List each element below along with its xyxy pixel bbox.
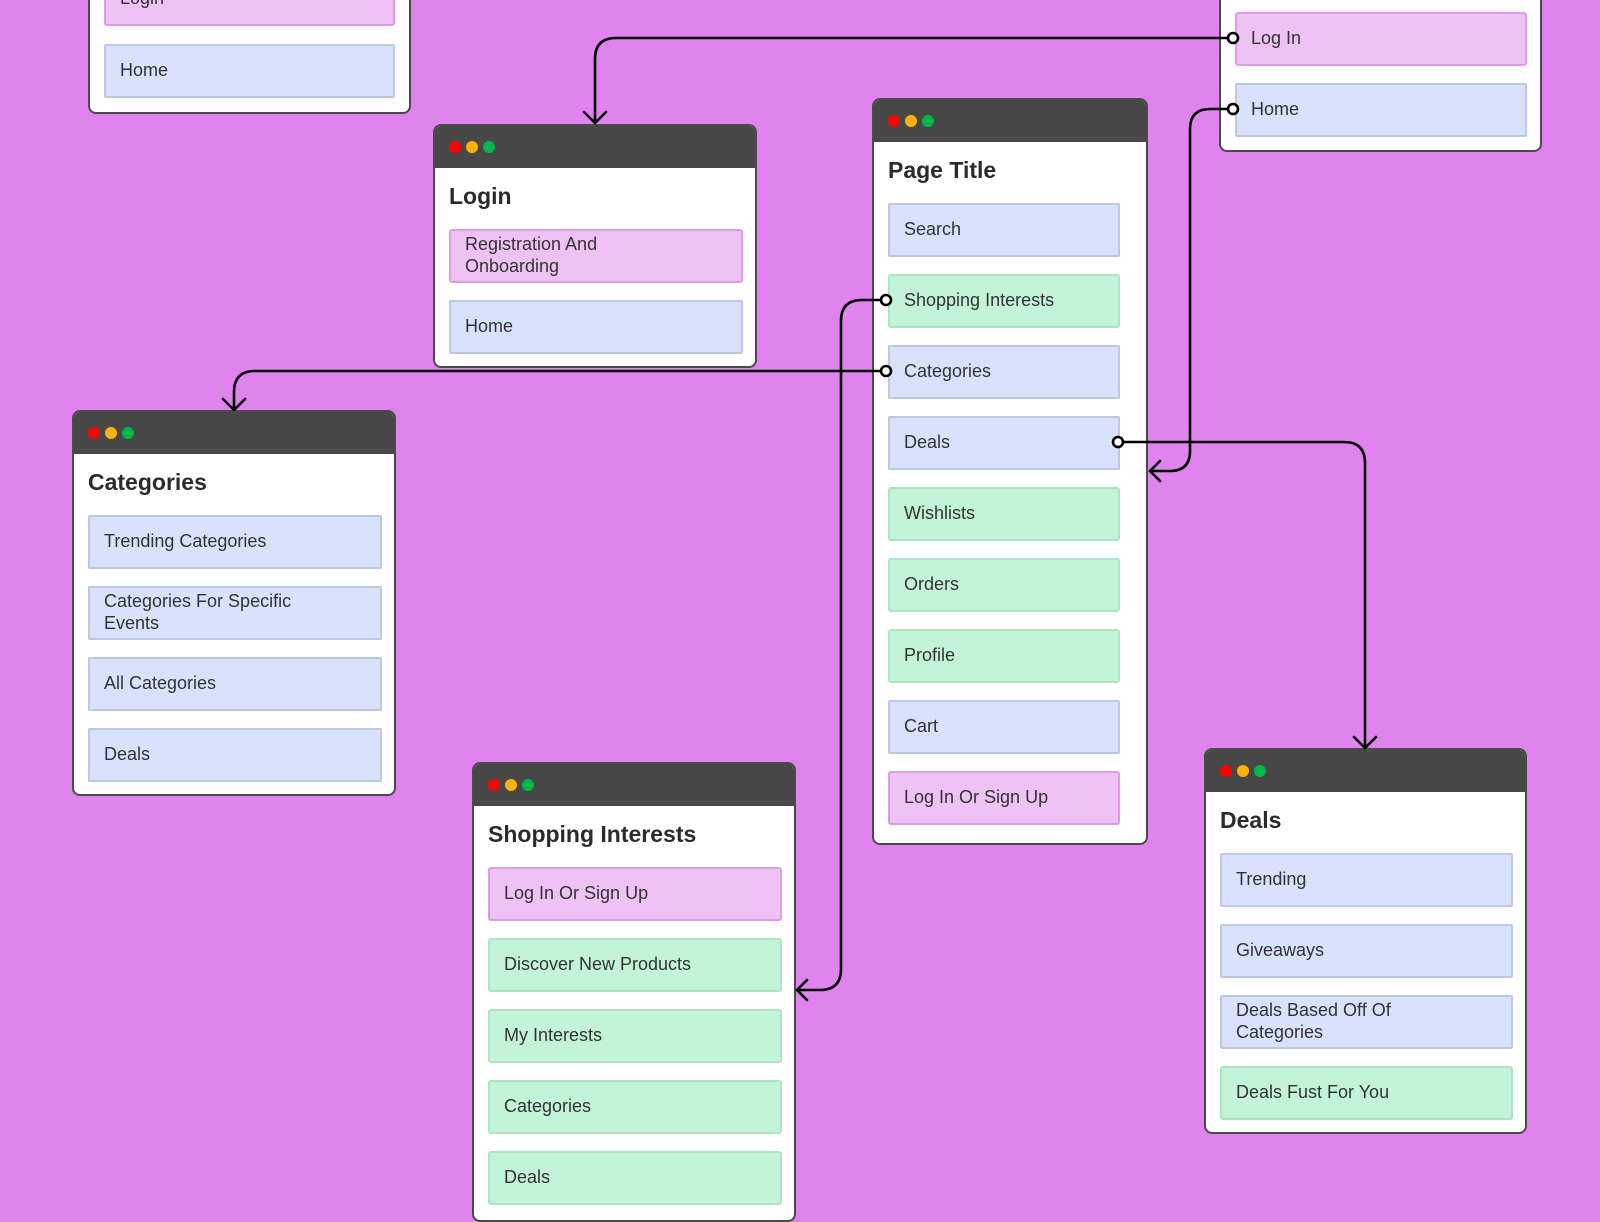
card-login: Login Registration And Onboarding Home — [433, 124, 757, 368]
item-label: Deals — [104, 744, 151, 765]
item-deals[interactable]: Deals — [488, 1151, 782, 1205]
card-page-title: Page Title Search Shopping Interests Cat… — [872, 98, 1148, 845]
item-label: All Categories — [104, 673, 217, 694]
card-login-top-left: Login Home — [88, 0, 411, 114]
minimize-dot-icon — [105, 427, 117, 439]
item-label: Discover New Products — [504, 954, 692, 975]
window-titlebar — [1206, 750, 1525, 792]
item-search[interactable]: Search — [888, 203, 1120, 257]
item-deals[interactable]: Deals — [88, 728, 382, 782]
item-label: Categories — [904, 361, 992, 382]
item-label: Home — [120, 60, 169, 81]
card-categories: Categories Trending Categories Categorie… — [72, 410, 396, 796]
item-label: Cart — [904, 716, 939, 737]
maximize-dot-icon — [922, 115, 934, 127]
item-label: Categories — [504, 1096, 592, 1117]
window-titlebar — [435, 126, 755, 168]
window-titlebar — [474, 764, 794, 806]
item-label: Deals Based Off Of Categories — [1236, 1000, 1391, 1042]
maximize-dot-icon — [483, 141, 495, 153]
item-home[interactable]: Home — [1235, 83, 1527, 137]
item-label: Log In Or Sign Up — [504, 883, 649, 904]
item-label: Deals Fust For You — [1236, 1082, 1390, 1103]
item-log-in-or-sign-up[interactable]: Log In Or Sign Up — [488, 867, 782, 921]
close-dot-icon — [1220, 765, 1232, 777]
maximize-dot-icon — [522, 779, 534, 791]
item-my-interests[interactable]: My Interests — [488, 1009, 782, 1063]
minimize-dot-icon — [905, 115, 917, 127]
connector-home-to-page-title — [1148, 107, 1235, 483]
item-label: Categories For Specific Events — [104, 591, 292, 633]
connector-deals — [1116, 440, 1378, 750]
item-log-in-or-sign-up[interactable]: Log In Or Sign Up — [888, 771, 1120, 825]
item-label: Home — [465, 316, 514, 337]
minimize-dot-icon — [1237, 765, 1249, 777]
item-all-categories[interactable]: All Categories — [88, 657, 382, 711]
maximize-dot-icon — [122, 427, 134, 439]
close-dot-icon — [888, 115, 900, 127]
close-dot-icon — [449, 141, 461, 153]
card-shopping-interests: Shopping Interests Log In Or Sign Up Dis… — [472, 762, 796, 1222]
minimize-dot-icon — [466, 141, 478, 153]
minimize-dot-icon — [505, 779, 517, 791]
item-deals[interactable]: Deals — [888, 416, 1120, 470]
item-categories-specific-events[interactable]: Categories For Specific Events — [88, 586, 382, 640]
item-shopping-interests[interactable]: Shopping Interests — [888, 274, 1120, 328]
maximize-dot-icon — [1254, 765, 1266, 777]
item-deals-just-for-you[interactable]: Deals Fust For You — [1220, 1066, 1513, 1120]
item-profile[interactable]: Profile — [888, 629, 1120, 683]
item-label: Giveaways — [1236, 940, 1325, 961]
item-label: Orders — [904, 574, 960, 595]
item-label: Wishlists — [904, 503, 975, 524]
item-label: Home — [1251, 99, 1300, 120]
item-trending[interactable]: Trending — [1220, 853, 1513, 907]
card-title: Page Title — [888, 157, 997, 183]
window-titlebar — [74, 412, 394, 454]
item-discover-new-products[interactable]: Discover New Products — [488, 938, 782, 992]
card-title: Categories — [88, 469, 207, 495]
close-dot-icon — [88, 427, 100, 439]
item-categories[interactable]: Categories — [488, 1080, 782, 1134]
item-trending-categories[interactable]: Trending Categories — [88, 515, 382, 569]
item-label: Deals — [504, 1167, 551, 1188]
item-giveaways[interactable]: Giveaways — [1220, 924, 1513, 978]
connector-categories — [221, 369, 888, 412]
item-orders[interactable]: Orders — [888, 558, 1120, 612]
item-home[interactable]: Home — [104, 44, 395, 98]
item-cart[interactable]: Cart — [888, 700, 1120, 754]
item-wishlists[interactable]: Wishlists — [888, 487, 1120, 541]
item-label: Shopping Interests — [904, 290, 1055, 311]
item-label: Login — [120, 0, 164, 10]
item-registration-onboarding[interactable]: Registration And Onboarding — [449, 229, 743, 283]
item-categories[interactable]: Categories — [888, 345, 1120, 399]
item-log-in[interactable]: Log In — [1235, 12, 1527, 66]
item-login[interactable]: Login — [104, 0, 395, 26]
item-label: Registration And Onboarding — [465, 234, 598, 276]
card-deals: Deals Trending Giveaways Deals Based Off… — [1204, 748, 1527, 1134]
item-label: Trending — [1236, 869, 1307, 890]
item-label: Log In Or Sign Up — [904, 787, 1049, 808]
card-title: Login — [449, 183, 512, 209]
item-label: Profile — [904, 645, 956, 666]
card-title: Shopping Interests — [488, 821, 697, 847]
item-label: Log In — [1251, 28, 1302, 49]
card-title: Deals — [1220, 807, 1282, 833]
item-label: Deals — [904, 432, 951, 453]
item-label: Trending Categories — [104, 531, 267, 552]
card-login-top-right: Log In Home — [1219, 0, 1542, 152]
close-dot-icon — [488, 779, 500, 791]
window-titlebar — [874, 100, 1146, 142]
item-label: Search — [904, 219, 962, 240]
item-deals-based-on-categories[interactable]: Deals Based Off Of Categories — [1220, 995, 1513, 1049]
item-home[interactable]: Home — [449, 300, 743, 354]
item-label: My Interests — [504, 1025, 603, 1046]
